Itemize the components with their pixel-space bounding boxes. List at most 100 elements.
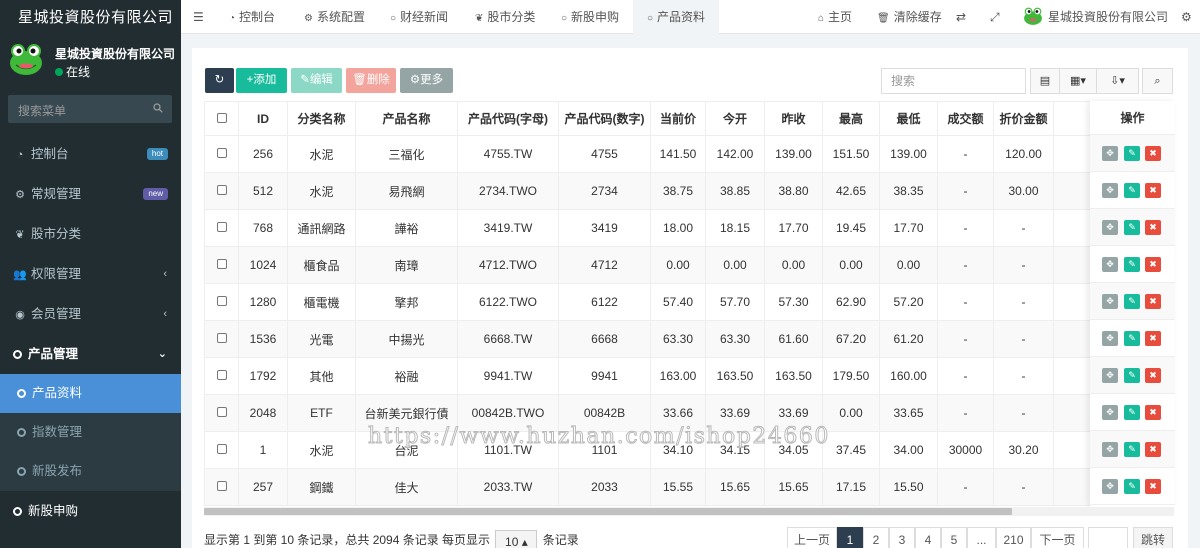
row-checkbox[interactable] xyxy=(216,481,227,491)
user-menu[interactable]: 星城投資股份有限公司 xyxy=(1023,0,1168,34)
delete-row-icon[interactable]: ✖ xyxy=(1145,146,1161,161)
sidebar-item-ipo-publish[interactable]: 新股发布 xyxy=(0,452,181,491)
toggle-view-button[interactable]: ▤ xyxy=(1030,68,1060,94)
row-checkbox[interactable] xyxy=(216,259,227,269)
column-header[interactable]: 当前价 xyxy=(650,101,706,136)
column-header[interactable]: ID xyxy=(238,101,288,136)
next-page-button[interactable]: 下一页 xyxy=(1031,527,1084,548)
column-header[interactable]: 今开 xyxy=(705,101,765,136)
column-header[interactable]: 产品代码(字母) xyxy=(457,101,559,136)
sidebar-item-stock-category[interactable]: ❦ 股市分类 xyxy=(0,214,181,254)
delete-row-icon[interactable]: ✖ xyxy=(1145,294,1161,309)
column-header[interactable]: 产品代码(数字) xyxy=(558,101,651,136)
delete-row-icon[interactable]: ✖ xyxy=(1145,442,1161,457)
delete-button[interactable]: 🗑删除 xyxy=(346,68,396,93)
edit-row-icon[interactable]: ✎ xyxy=(1124,479,1140,494)
tab-finance-news[interactable]: ○ 财经新闻 xyxy=(390,0,448,34)
tab-product-info[interactable]: ○ 产品资料 xyxy=(633,0,720,34)
drag-move-icon[interactable]: ✥ xyxy=(1102,442,1118,457)
drag-move-icon[interactable]: ✥ xyxy=(1102,479,1118,494)
column-header[interactable]: 最低 xyxy=(879,101,938,136)
table-row[interactable]: 1536 光電 中揚光 6668.TW 6668 63.30 63.30 61.60 67.20… xyxy=(204,320,1174,358)
select-all-checkbox[interactable] xyxy=(204,101,239,136)
column-header[interactable]: 折价金额 xyxy=(993,101,1054,136)
prev-page-button[interactable]: 上一页 xyxy=(787,527,837,548)
refresh-button[interactable]: ↻ xyxy=(205,68,234,93)
delete-row-icon[interactable]: ✖ xyxy=(1145,331,1161,346)
menu-toggle-icon[interactable]: ☰ xyxy=(193,0,204,34)
table-row[interactable]: 1280 櫃電機 擎邦 6122.TWO 6122 57.40 57.70 57.30 62.9… xyxy=(204,283,1174,321)
scrollbar-thumb[interactable] xyxy=(204,508,1012,515)
row-checkbox[interactable] xyxy=(216,185,227,195)
column-header[interactable]: 分类名称 xyxy=(287,101,356,136)
drag-move-icon[interactable]: ✥ xyxy=(1102,405,1118,420)
row-checkbox[interactable] xyxy=(216,370,227,380)
page-button[interactable]: 2 xyxy=(863,527,889,548)
row-checkbox-cell[interactable] xyxy=(204,135,239,173)
row-checkbox-cell[interactable] xyxy=(204,357,239,395)
row-checkbox[interactable] xyxy=(216,222,227,232)
search-button[interactable]: ⌕ xyxy=(1142,68,1173,94)
row-checkbox[interactable] xyxy=(216,407,227,417)
row-checkbox-cell[interactable] xyxy=(204,246,239,284)
sidebar-item-index[interactable]: 指数管理 xyxy=(0,413,181,452)
sidebar-item-members[interactable]: ◉ 会员管理 ‹ xyxy=(0,294,181,334)
column-header[interactable]: 最高 xyxy=(822,101,880,136)
page-button[interactable]: 3 xyxy=(889,527,915,548)
delete-row-icon[interactable]: ✖ xyxy=(1145,257,1161,272)
row-checkbox-cell[interactable] xyxy=(204,283,239,321)
edit-row-icon[interactable]: ✎ xyxy=(1124,331,1140,346)
page-button[interactable]: 210 xyxy=(996,527,1031,548)
drag-move-icon[interactable]: ✥ xyxy=(1102,331,1118,346)
table-row[interactable]: 512 水泥 易飛網 2734.TWO 2734 38.75 38.85 38.80 42.65… xyxy=(204,172,1174,210)
drag-move-icon[interactable]: ✥ xyxy=(1102,183,1118,198)
tab-dashboard[interactable]: ◔ 控制台 xyxy=(229,0,275,34)
columns-button[interactable]: ▦▾ xyxy=(1059,68,1097,94)
menu-search-input[interactable]: 搜索菜单 xyxy=(8,95,172,123)
row-checkbox-cell[interactable] xyxy=(204,468,239,506)
edit-row-icon[interactable]: ✎ xyxy=(1124,220,1140,235)
settings-gear-icon[interactable]: ⚙ xyxy=(1181,0,1192,34)
checkbox[interactable] xyxy=(216,112,227,123)
page-button[interactable]: 5 xyxy=(941,527,967,548)
edit-row-icon[interactable]: ✎ xyxy=(1124,442,1140,457)
sidebar-item-products[interactable]: 产品管理 ⌄ xyxy=(0,334,181,374)
page-size-select[interactable]: 10 ▴ xyxy=(495,530,538,548)
delete-row-icon[interactable]: ✖ xyxy=(1145,368,1161,383)
column-header[interactable]: 产品名称 xyxy=(355,101,458,136)
fullscreen-icon[interactable]: ⤢ xyxy=(990,0,1000,34)
tab-stock-category[interactable]: ❦ 股市分类 xyxy=(475,0,535,34)
row-checkbox-cell[interactable] xyxy=(204,394,239,432)
edit-row-icon[interactable]: ✎ xyxy=(1124,257,1140,272)
table-row[interactable]: 1024 櫃食品 南璋 4712.TWO 4712 0.00 0.00 0.00 0.00 0.0… xyxy=(204,246,1174,284)
table-row[interactable]: 768 通訊網路 譁裕 3419.TW 3419 18.00 18.15 17.70 19.45… xyxy=(204,209,1174,247)
edit-row-icon[interactable]: ✎ xyxy=(1124,146,1140,161)
translate-icon[interactable]: ⇄ xyxy=(956,0,966,34)
row-checkbox-cell[interactable] xyxy=(204,320,239,358)
page-button[interactable]: 4 xyxy=(915,527,941,548)
sidebar-item-ipo-subscribe[interactable]: 新股申购 xyxy=(0,491,181,531)
app-logo[interactable]: 星城投資股份有限公司 xyxy=(0,0,181,35)
sidebar-item-dashboard[interactable]: ◔ 控制台 hot xyxy=(0,134,181,174)
search-icon[interactable] xyxy=(153,103,163,113)
table-search-input[interactable]: 搜索 xyxy=(881,68,1026,94)
delete-row-icon[interactable]: ✖ xyxy=(1145,220,1161,235)
edit-button[interactable]: ✎编辑 xyxy=(291,68,342,93)
drag-move-icon[interactable]: ✥ xyxy=(1102,294,1118,309)
row-checkbox[interactable] xyxy=(216,296,227,306)
delete-row-icon[interactable]: ✖ xyxy=(1145,479,1161,494)
home-link[interactable]: ⌂ 主页 xyxy=(818,0,852,34)
drag-move-icon[interactable]: ✥ xyxy=(1102,368,1118,383)
edit-row-icon[interactable]: ✎ xyxy=(1124,294,1140,309)
column-header[interactable]: 成交额 xyxy=(937,101,994,136)
jump-page-input[interactable] xyxy=(1088,527,1128,548)
row-checkbox[interactable] xyxy=(216,444,227,454)
column-header[interactable]: 昨收 xyxy=(764,101,823,136)
sidebar-item-general[interactable]: ⚙ 常规管理 new xyxy=(0,174,181,214)
horizontal-scrollbar[interactable] xyxy=(204,507,1174,516)
jump-button[interactable]: 跳转 xyxy=(1133,527,1173,548)
table-row[interactable]: 257 鋼鐵 佳大 2033.TW 2033 15.55 15.65 15.65 17.15 15… xyxy=(204,468,1174,506)
table-row[interactable]: 1792 其他 裕融 9941.TW 9941 163.00 163.50 163.50 179… xyxy=(204,357,1174,395)
sidebar-item-product-info[interactable]: 产品资料 xyxy=(0,374,181,413)
delete-row-icon[interactable]: ✖ xyxy=(1145,183,1161,198)
